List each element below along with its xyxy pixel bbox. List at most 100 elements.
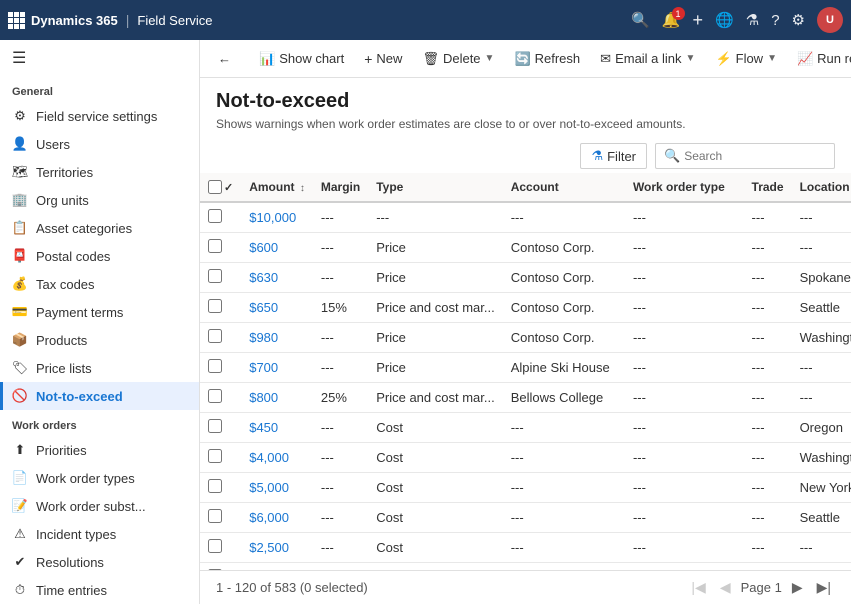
search-input[interactable]	[684, 149, 826, 163]
amount-link[interactable]: $5,000	[249, 480, 289, 495]
user-avatar[interactable]: U	[817, 7, 843, 33]
row-checkbox[interactable]	[208, 389, 222, 403]
row-checkbox-cell[interactable]	[200, 563, 241, 571]
select-all-checkbox[interactable]	[208, 180, 222, 194]
row-checkbox-cell[interactable]	[200, 353, 241, 383]
show-chart-button[interactable]: 📊 Show chart	[251, 47, 352, 71]
row-checkbox-cell[interactable]	[200, 503, 241, 533]
new-button[interactable]: + New	[356, 47, 410, 71]
col-location[interactable]: Location	[792, 173, 851, 202]
row-checkbox-cell[interactable]	[200, 233, 241, 263]
row-checkbox[interactable]	[208, 299, 222, 313]
sidebar-item-priorities[interactable]: ⬆ Priorities	[0, 436, 199, 464]
amount-link[interactable]: $10,000	[249, 210, 296, 225]
sidebar-item-not-to-exceed[interactable]: 🚫 Not-to-exceed	[0, 382, 199, 410]
row-checkbox[interactable]	[208, 329, 222, 343]
amount-link[interactable]: $650	[249, 300, 278, 315]
sidebar-item-territories[interactable]: 🗺 Territories	[0, 158, 199, 186]
amount-link[interactable]: $800	[249, 390, 278, 405]
app-logo[interactable]: Dynamics 365	[8, 12, 118, 29]
row-checkbox-cell[interactable]	[200, 202, 241, 233]
select-all-header[interactable]: ✓	[200, 173, 241, 202]
row-checkbox-cell[interactable]	[200, 443, 241, 473]
sidebar-item-tax-codes[interactable]: 💰 Tax codes	[0, 270, 199, 298]
amount-link[interactable]: $700	[249, 360, 278, 375]
sidebar-item-postal-codes[interactable]: 📮 Postal codes	[0, 242, 199, 270]
settings-button[interactable]: ⚙	[792, 11, 805, 29]
amount-link[interactable]: $980	[249, 330, 278, 345]
sidebar-hamburger[interactable]: ☰	[0, 40, 199, 76]
row-checkbox[interactable]	[208, 539, 222, 553]
row-checkbox-cell[interactable]	[200, 263, 241, 293]
sidebar-item-payment-terms[interactable]: 💳 Payment terms	[0, 298, 199, 326]
amount-link[interactable]: $450	[249, 420, 278, 435]
sidebar-item-org-units[interactable]: 🏢 Org units	[0, 186, 199, 214]
amount-link[interactable]: $2,500	[249, 540, 289, 555]
globe-button[interactable]: 🌐	[715, 11, 734, 29]
row-checkbox[interactable]	[208, 479, 222, 493]
cell-amount[interactable]: $600	[241, 233, 313, 263]
sidebar-item-asset-categories[interactable]: 📋 Asset categories	[0, 214, 199, 242]
first-page-button[interactable]: |◀	[687, 577, 709, 598]
sidebar-item-price-lists[interactable]: 🏷 Price lists	[0, 354, 199, 382]
col-amount[interactable]: Amount ↕	[241, 173, 313, 202]
row-checkbox-cell[interactable]	[200, 413, 241, 443]
funnel-button[interactable]: ⚗	[746, 11, 759, 29]
cell-amount[interactable]: $700	[241, 563, 313, 571]
row-checkbox-cell[interactable]	[200, 473, 241, 503]
filter-button[interactable]: ⚗ Filter	[580, 143, 647, 169]
row-checkbox[interactable]	[208, 449, 222, 463]
sidebar-item-incident-types[interactable]: ⚠ Incident types	[0, 520, 199, 548]
amount-link[interactable]: $6,000	[249, 510, 289, 525]
sidebar-item-work-order-types[interactable]: 📄 Work order types	[0, 464, 199, 492]
sidebar-item-resolutions[interactable]: ✔ Resolutions	[0, 548, 199, 576]
email-link-button[interactable]: ✉ Email a link ▼	[592, 47, 703, 71]
row-checkbox[interactable]	[208, 269, 222, 283]
sidebar-item-work-order-subst[interactable]: 📝 Work order subst...	[0, 492, 199, 520]
row-checkbox[interactable]	[208, 209, 222, 223]
sidebar-item-time-entries[interactable]: ⏱ Time entries	[0, 576, 199, 604]
cell-amount[interactable]: $800	[241, 383, 313, 413]
row-checkbox-cell[interactable]	[200, 533, 241, 563]
help-button[interactable]: ?	[771, 12, 779, 29]
row-checkbox[interactable]	[208, 509, 222, 523]
row-checkbox-cell[interactable]	[200, 293, 241, 323]
amount-link[interactable]: $4,000	[249, 450, 289, 465]
row-checkbox-cell[interactable]	[200, 383, 241, 413]
amount-link[interactable]: $630	[249, 270, 278, 285]
sidebar-item-users[interactable]: 👤 Users	[0, 130, 199, 158]
cell-amount[interactable]: $980	[241, 323, 313, 353]
run-report-button[interactable]: 📈 Run report	[789, 47, 851, 71]
cell-amount[interactable]: $450	[241, 413, 313, 443]
sidebar-item-products[interactable]: 📦 Products	[0, 326, 199, 354]
back-button[interactable]: ←	[210, 47, 239, 70]
row-checkbox[interactable]	[208, 419, 222, 433]
col-account[interactable]: Account	[503, 173, 625, 202]
row-checkbox[interactable]	[208, 359, 222, 373]
col-margin[interactable]: Margin	[313, 173, 368, 202]
row-checkbox[interactable]	[208, 239, 222, 253]
flow-button[interactable]: ⚡ Flow ▼	[707, 47, 785, 71]
add-button[interactable]: +	[693, 10, 704, 31]
notifications-button[interactable]: 🔔 1	[662, 11, 681, 29]
amount-link[interactable]: $600	[249, 240, 278, 255]
cell-amount[interactable]: $4,000	[241, 443, 313, 473]
next-page-button[interactable]: ▶	[788, 577, 807, 598]
col-trade[interactable]: Trade	[744, 173, 792, 202]
cell-amount[interactable]: $630	[241, 263, 313, 293]
search-button[interactable]: 🔍	[631, 11, 650, 29]
row-checkbox-cell[interactable]	[200, 323, 241, 353]
sidebar-item-field-service-settings[interactable]: ⚙ Field service settings	[0, 102, 199, 130]
cell-amount[interactable]: $650	[241, 293, 313, 323]
cell-amount[interactable]: $10,000	[241, 202, 313, 233]
cell-amount[interactable]: $2,500	[241, 533, 313, 563]
col-wo-type[interactable]: Work order type	[625, 173, 744, 202]
col-type[interactable]: Type	[368, 173, 503, 202]
last-page-button[interactable]: ▶|	[813, 577, 835, 598]
cell-amount[interactable]: $6,000	[241, 503, 313, 533]
search-box[interactable]: 🔍	[655, 143, 835, 169]
delete-button[interactable]: 🗑 Delete ▼	[414, 47, 502, 71]
cell-amount[interactable]: $700	[241, 353, 313, 383]
cell-amount[interactable]: $5,000	[241, 473, 313, 503]
refresh-button[interactable]: 🔄 Refresh	[506, 47, 588, 71]
